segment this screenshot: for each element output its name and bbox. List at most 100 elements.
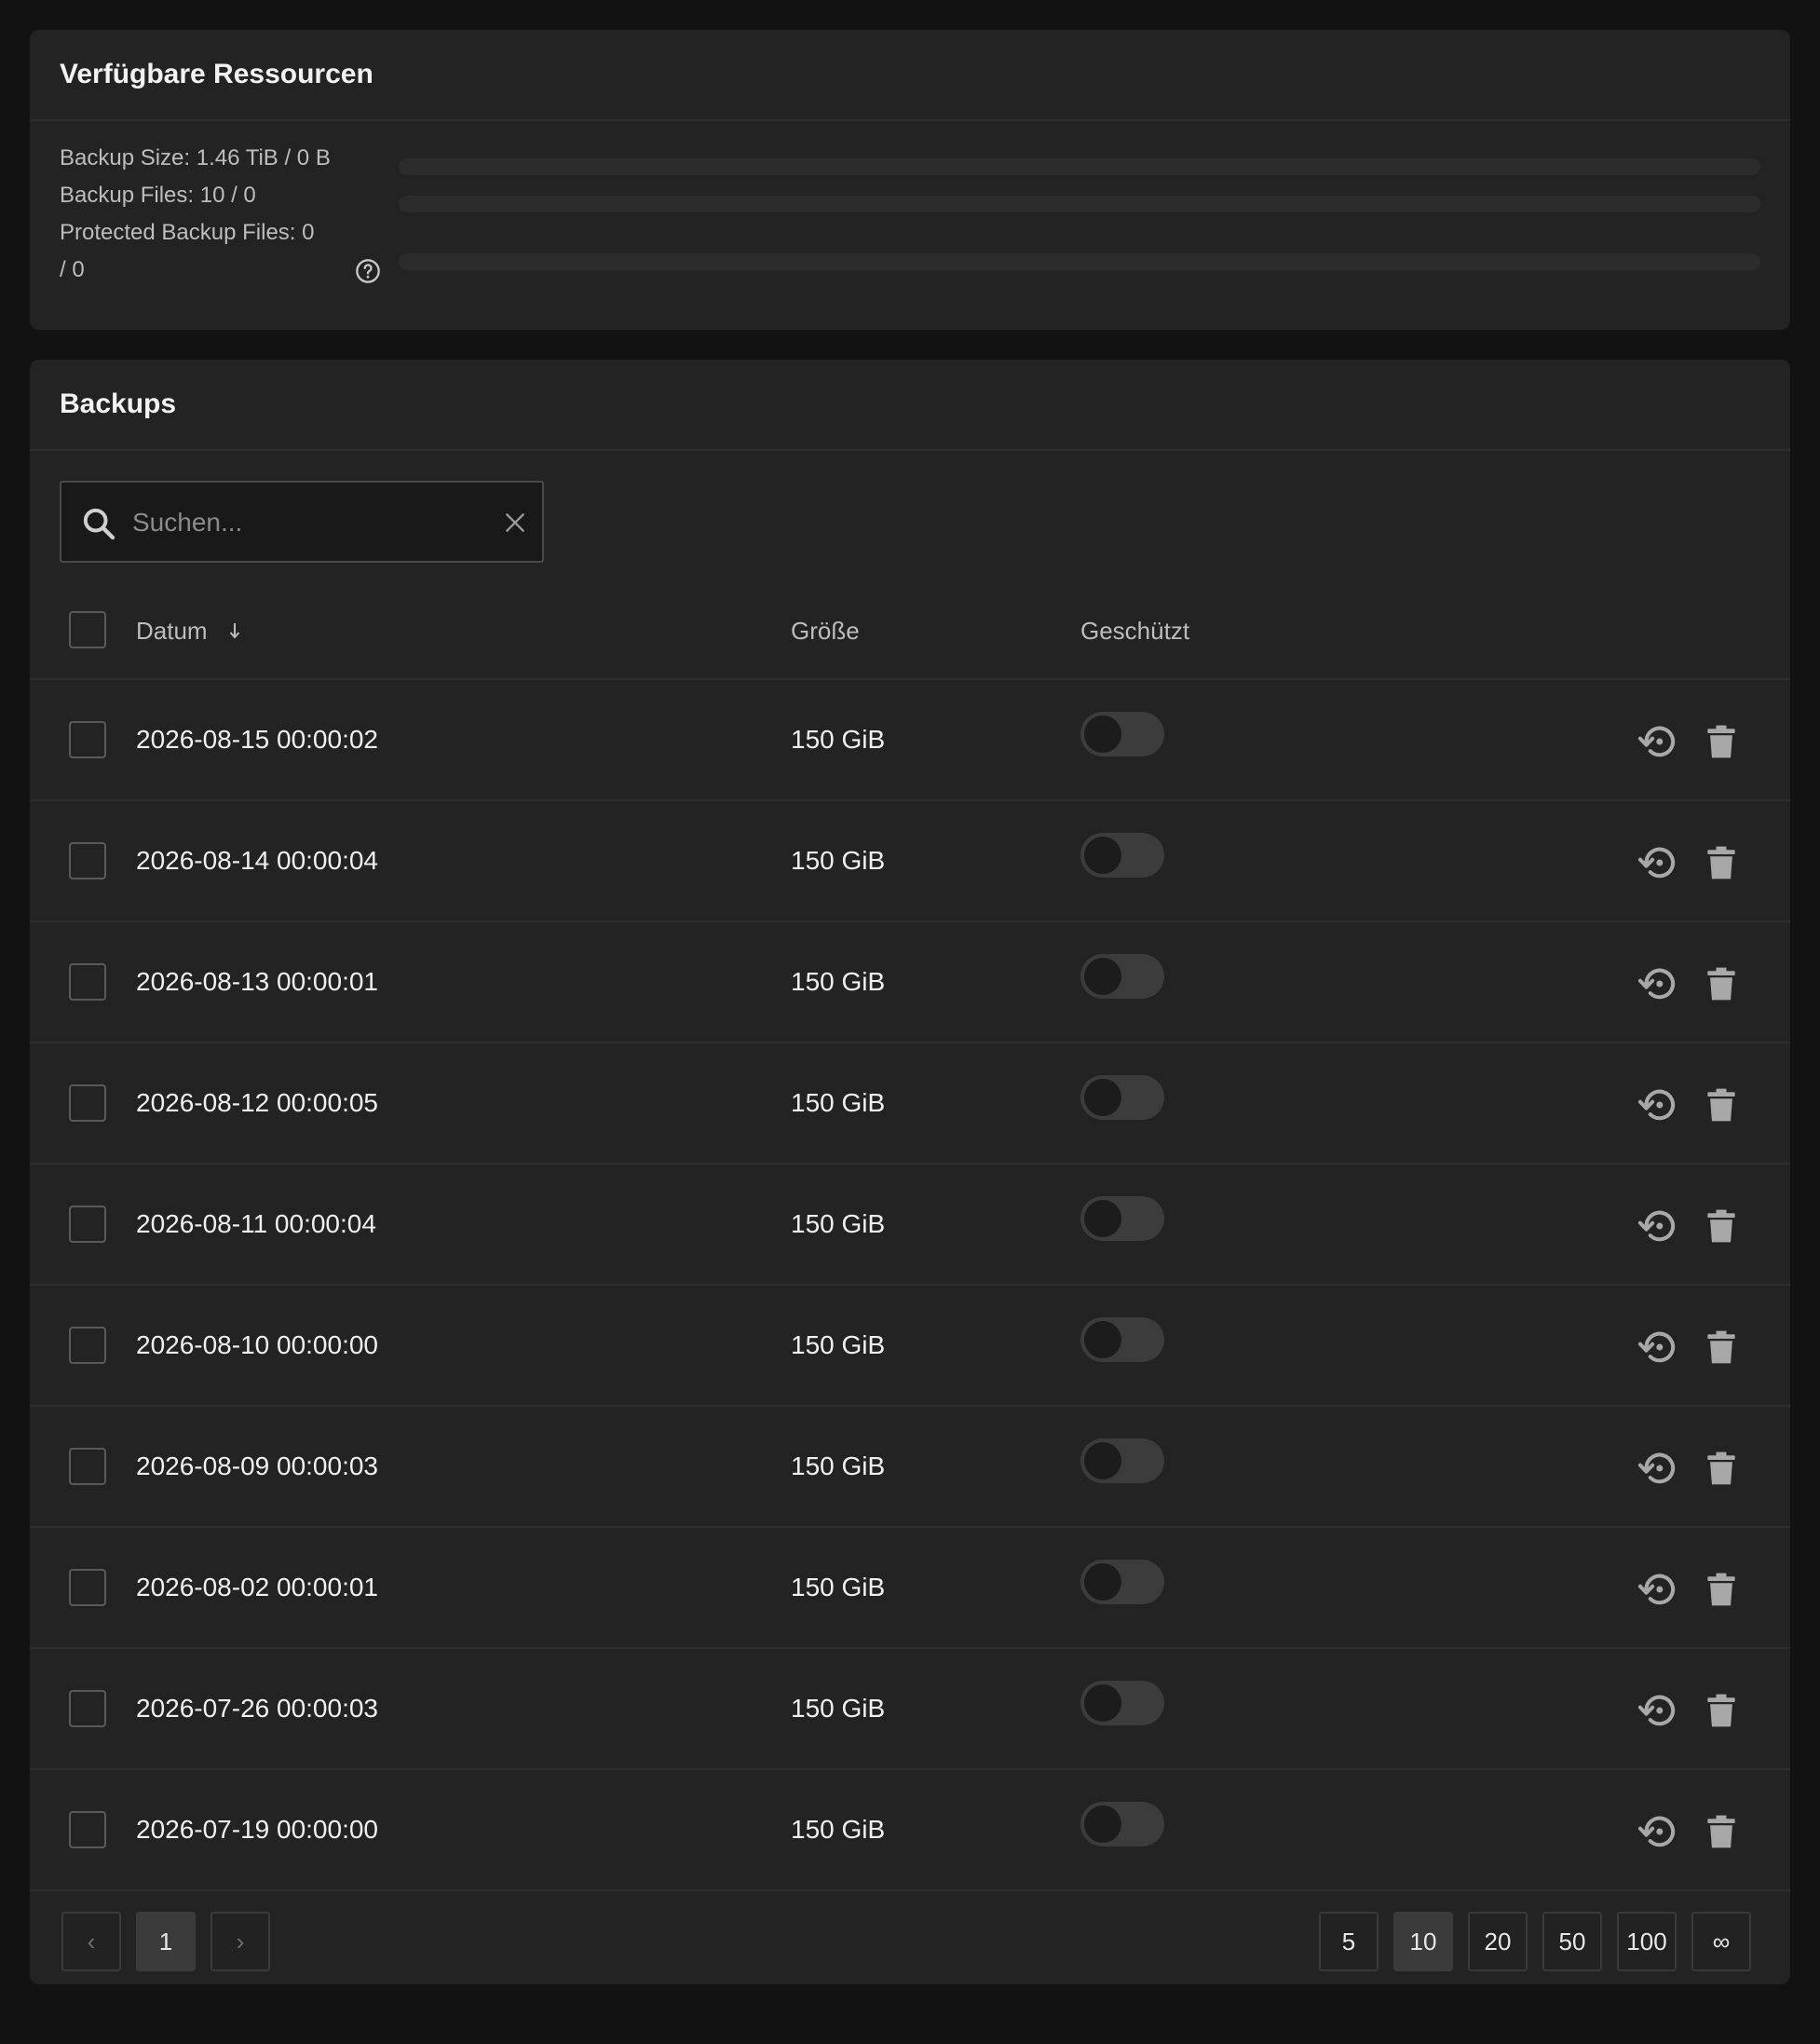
backup-size: 150 GiB xyxy=(791,725,886,754)
page-size-100[interactable]: 100 xyxy=(1617,1912,1677,1971)
protected-files-label-cont: / 0 xyxy=(60,257,85,282)
row-checkbox[interactable] xyxy=(69,1690,106,1727)
toggle-knob xyxy=(1084,837,1121,874)
backup-date: 2026-07-26 00:00:03 xyxy=(136,1694,378,1723)
table-row: 2026-08-09 00:00:03 150 GiB xyxy=(30,1407,1790,1528)
backup-date: 2026-08-11 00:00:04 xyxy=(136,1209,376,1238)
backup-size-label: Backup Size: 1.46 TiB / 0 B xyxy=(60,145,331,170)
toggle-knob xyxy=(1084,1563,1121,1601)
protected-toggle[interactable] xyxy=(1080,712,1164,756)
page-size-50[interactable]: 50 xyxy=(1542,1912,1602,1971)
search-input[interactable] xyxy=(130,501,488,544)
protected-toggle[interactable] xyxy=(1080,1196,1164,1241)
backup-date: 2026-08-12 00:00:05 xyxy=(136,1088,378,1117)
table-row: 2026-08-13 00:00:01 150 GiB xyxy=(30,922,1790,1043)
table-row: 2026-08-11 00:00:04 150 GiB xyxy=(30,1165,1790,1286)
trash-icon[interactable] xyxy=(1701,1569,1742,1610)
protected-toggle[interactable] xyxy=(1080,1075,1164,1120)
page-size-20[interactable]: 20 xyxy=(1468,1912,1528,1971)
column-header-protected[interactable]: Geschützt xyxy=(1080,583,1189,678)
restore-icon[interactable] xyxy=(1637,842,1678,883)
help-circle-icon[interactable] xyxy=(355,258,381,284)
select-all-checkbox[interactable] xyxy=(69,611,106,648)
toggle-knob xyxy=(1084,1200,1121,1237)
close-icon[interactable] xyxy=(503,511,527,535)
backup-size: 150 GiB xyxy=(791,846,886,875)
prev-page-button[interactable]: ‹ xyxy=(61,1912,121,1971)
restore-icon[interactable] xyxy=(1637,1448,1678,1489)
backup-date: 2026-08-14 00:00:04 xyxy=(136,846,378,875)
table-row: 2026-08-12 00:00:05 150 GiB xyxy=(30,1043,1790,1165)
protected-toggle[interactable] xyxy=(1080,954,1164,999)
restore-icon[interactable] xyxy=(1637,1206,1678,1247)
trash-icon[interactable] xyxy=(1701,1690,1742,1731)
backup-date: 2026-08-09 00:00:03 xyxy=(136,1451,378,1480)
trash-icon[interactable] xyxy=(1701,1811,1742,1852)
resources-card: Verfügbare Ressourcen Backup Size: 1.46 … xyxy=(30,30,1790,330)
protected-toggle[interactable] xyxy=(1080,1317,1164,1362)
page-size-5[interactable]: 5 xyxy=(1319,1912,1379,1971)
protected-toggle[interactable] xyxy=(1080,1438,1164,1483)
row-checkbox[interactable] xyxy=(69,1084,106,1122)
column-header-date[interactable]: Datum xyxy=(136,583,208,678)
trash-icon[interactable] xyxy=(1701,1448,1742,1489)
table-row: 2026-08-15 00:00:02 150 GiB xyxy=(30,680,1790,801)
protected-files-label: Protected Backup Files: 0 xyxy=(60,220,315,245)
resources-title: Verfügbare Ressourcen xyxy=(30,30,1790,121)
toggle-knob xyxy=(1084,1321,1121,1358)
backup-files-bar xyxy=(399,196,1760,212)
table-row: 2026-07-19 00:00:00 150 GiB xyxy=(30,1770,1790,1891)
backup-size: 150 GiB xyxy=(791,1451,886,1480)
protected-toggle[interactable] xyxy=(1080,1802,1164,1846)
backup-size: 150 GiB xyxy=(791,967,886,996)
trash-icon[interactable] xyxy=(1701,842,1742,883)
restore-icon[interactable] xyxy=(1637,1327,1678,1368)
page-size-10[interactable]: 10 xyxy=(1393,1912,1453,1971)
column-header-size[interactable]: Größe xyxy=(791,583,860,678)
trash-icon[interactable] xyxy=(1701,721,1742,762)
table-row: 2026-08-14 00:00:04 150 GiB xyxy=(30,801,1790,922)
restore-icon[interactable] xyxy=(1637,1569,1678,1610)
pagination: ‹ 1 › 5 10 20 50 100 ∞ xyxy=(30,1899,1790,1984)
backup-date: 2026-08-10 00:00:00 xyxy=(136,1330,378,1359)
restore-icon[interactable] xyxy=(1637,1811,1678,1852)
next-page-button[interactable]: › xyxy=(211,1912,270,1971)
row-checkbox[interactable] xyxy=(69,721,106,758)
row-checkbox[interactable] xyxy=(69,1569,106,1606)
row-checkbox[interactable] xyxy=(69,842,106,879)
toggle-knob xyxy=(1084,958,1121,995)
restore-icon[interactable] xyxy=(1637,1084,1678,1125)
page-button-1[interactable]: 1 xyxy=(136,1912,196,1971)
row-checkbox[interactable] xyxy=(69,963,106,1001)
row-checkbox[interactable] xyxy=(69,1327,106,1364)
backup-size: 150 GiB xyxy=(791,1815,886,1844)
row-checkbox[interactable] xyxy=(69,1811,106,1848)
trash-icon[interactable] xyxy=(1701,963,1742,1004)
backup-size-bar xyxy=(399,158,1760,175)
restore-icon[interactable] xyxy=(1637,1690,1678,1731)
restore-icon[interactable] xyxy=(1637,721,1678,762)
protected-toggle[interactable] xyxy=(1080,1560,1164,1604)
trash-icon[interactable] xyxy=(1701,1084,1742,1125)
search-icon xyxy=(83,508,115,540)
toggle-knob xyxy=(1084,1079,1121,1116)
protected-toggle[interactable] xyxy=(1080,1681,1164,1725)
toggle-knob xyxy=(1084,715,1121,753)
trash-icon[interactable] xyxy=(1701,1327,1742,1368)
row-checkbox[interactable] xyxy=(69,1206,106,1243)
search-box xyxy=(60,481,544,563)
row-checkbox[interactable] xyxy=(69,1448,106,1485)
backup-size: 150 GiB xyxy=(791,1209,886,1238)
restore-icon[interactable] xyxy=(1637,963,1678,1004)
table-row: 2026-07-26 00:00:03 150 GiB xyxy=(30,1649,1790,1770)
toggle-knob xyxy=(1084,1684,1121,1722)
trash-icon[interactable] xyxy=(1701,1206,1742,1247)
protected-toggle[interactable] xyxy=(1080,833,1164,878)
backups-card: Backups Datum Größe Geschützt 2026-08-15… xyxy=(30,360,1790,1984)
arrow-down-icon[interactable] xyxy=(227,620,242,641)
backup-files-label: Backup Files: 10 / 0 xyxy=(60,183,256,208)
backup-size: 150 GiB xyxy=(791,1573,886,1601)
protected-files-bar xyxy=(399,253,1760,270)
backup-date: 2026-08-15 00:00:02 xyxy=(136,725,378,754)
page-size-all[interactable]: ∞ xyxy=(1691,1912,1751,1971)
